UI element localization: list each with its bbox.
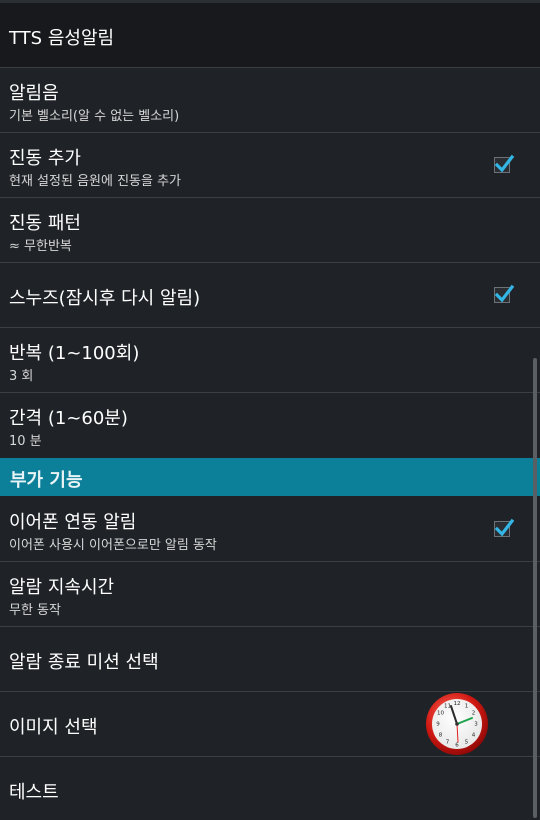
setting-earphone-title: 이어폰 연동 알림 — [9, 512, 137, 533]
setting-snooze[interactable]: 스누즈(잠시후 다시 알림) — [0, 263, 540, 328]
setting-snooze-title: 스누즈(잠시후 다시 알림) — [9, 288, 201, 309]
svg-text:4: 4 — [472, 733, 476, 739]
setting-vibrate-add-subtitle: 현재 설정된 음원에 진동을 추가 — [9, 174, 182, 189]
setting-ringtone-subtitle: 기본 벨소리(알 수 없는 벨소리) — [9, 109, 180, 124]
setting-ringtone-title: 알림음 — [9, 83, 59, 104]
section-header-extra: 부가 기능 — [0, 458, 540, 496]
clock-icon[interactable]: 12 1 2 3 4 5 6 7 8 9 10 11 — [425, 692, 489, 756]
setting-dismiss-mission-title: 알람 종료 미션 선택 — [9, 652, 159, 673]
setting-interval-value: 10 분 — [9, 434, 42, 449]
setting-test-title: 테스트 — [9, 782, 59, 803]
svg-text:8: 8 — [439, 733, 443, 739]
setting-image-title: 이미지 선택 — [9, 717, 98, 738]
setting-duration-value: 무한 동작 — [9, 603, 61, 618]
earphone-checkbox[interactable] — [494, 518, 515, 537]
setting-duration[interactable]: 알람 지속시간 무한 동작 — [0, 562, 540, 627]
setting-interval-title: 간격 (1~60분) — [9, 408, 128, 429]
setting-vibrate-pattern-title: 진동 패턴 — [9, 213, 81, 234]
scrollbar[interactable] — [533, 358, 537, 818]
setting-repeat-title: 반복 (1~100회) — [9, 343, 140, 364]
svg-text:3: 3 — [474, 722, 478, 728]
svg-text:7: 7 — [446, 740, 450, 746]
setting-vibrate-add-title: 진동 추가 — [9, 148, 81, 169]
setting-repeat-value: 3 회 — [9, 369, 34, 384]
setting-vibrate-pattern-subtitle: ≈ 무한반복 — [9, 239, 72, 254]
settings-list: TTS 음성알림 알림음 기본 벨소리(알 수 없는 벨소리) 진동 추가 현재… — [0, 0, 540, 820]
checkmark-icon — [494, 518, 515, 537]
svg-text:12: 12 — [454, 701, 461, 707]
setting-tts-title: TTS 음성알림 — [9, 28, 115, 49]
svg-text:9: 9 — [436, 722, 440, 728]
setting-vibrate-pattern[interactable]: 진동 패턴 ≈ 무한반복 — [0, 198, 540, 263]
snooze-checkbox[interactable] — [494, 284, 515, 303]
svg-text:6: 6 — [455, 743, 459, 749]
setting-earphone-subtitle: 이어폰 사용시 이어폰으로만 알림 동작 — [9, 538, 217, 553]
svg-text:10: 10 — [437, 711, 444, 717]
checkmark-icon — [494, 284, 515, 303]
setting-earphone[interactable]: 이어폰 연동 알림 이어폰 사용시 이어폰으로만 알림 동작 — [0, 496, 540, 562]
svg-text:2: 2 — [472, 711, 476, 717]
setting-repeat[interactable]: 반복 (1~100회) 3 회 — [0, 328, 540, 393]
section-header-label: 부가 기능 — [10, 470, 83, 491]
checkmark-icon — [494, 154, 515, 173]
svg-text:11: 11 — [444, 704, 451, 710]
vibrate-add-checkbox[interactable] — [494, 154, 515, 173]
setting-vibrate-add[interactable]: 진동 추가 현재 설정된 음원에 진동을 추가 — [0, 133, 540, 198]
setting-interval[interactable]: 간격 (1~60분) 10 분 — [0, 393, 540, 458]
svg-text:5: 5 — [465, 740, 469, 746]
setting-dismiss-mission[interactable]: 알람 종료 미션 선택 — [0, 627, 540, 692]
setting-ringtone[interactable]: 알림음 기본 벨소리(알 수 없는 벨소리) — [0, 68, 540, 133]
setting-tts[interactable]: TTS 음성알림 — [0, 3, 540, 68]
setting-duration-title: 알람 지속시간 — [9, 577, 115, 598]
setting-test[interactable]: 테스트 — [0, 757, 540, 820]
svg-text:1: 1 — [465, 704, 469, 710]
